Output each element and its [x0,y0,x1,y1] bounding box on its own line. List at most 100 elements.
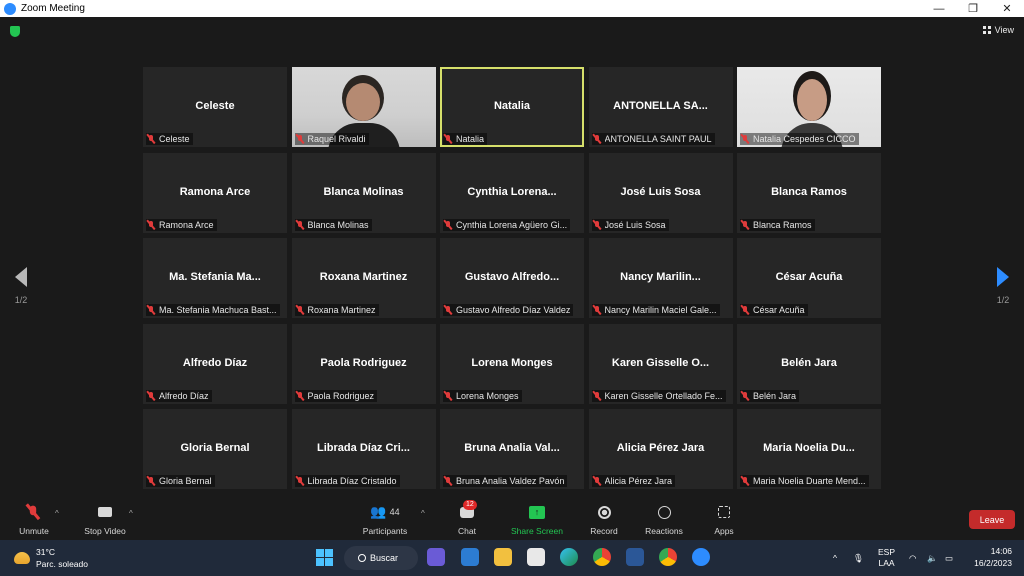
participant-name: Alfredo Díaz [159,390,209,401]
mail-icon[interactable] [461,548,479,566]
participant-tile[interactable]: Celeste Celeste [143,67,287,147]
chat-button[interactable]: 12 Chat [452,500,482,536]
participant-tile[interactable]: Karen Gisselle O... Karen Gisselle Ortell… [588,323,733,404]
participant-display-name: Natalia [493,100,531,112]
reactions-button[interactable]: Reactions [641,503,687,536]
chrome-icon[interactable] [593,548,611,566]
record-button[interactable]: Record [588,503,620,536]
microphone-muted-icon [295,134,305,144]
participant-display-name: Bruna Analia Val... [464,442,560,454]
microphone-muted-icon [443,220,453,230]
wifi-icon[interactable]: ◠ [909,540,916,576]
apps-label: Apps [714,526,734,536]
battery-icon[interactable]: ▭ [945,540,953,576]
participant-tile[interactable]: Lorena Monges Lorena Monges [440,323,584,404]
participant-tile[interactable]: Ramona Arce Ramona Arce [143,152,287,233]
participant-name-label: Bruna Analia Valdez Pavón [443,475,568,487]
microphone-muted-icon [740,220,750,230]
microphone-muted-icon [146,220,156,230]
chrome-profile-icon[interactable] [659,548,677,566]
participant-tile[interactable]: Bruna Analia Val... Bruna Analia Valdez P… [440,409,584,489]
participant-name-label: Alicia Pérez Jara [591,475,676,487]
unmute-label: Unmute [19,526,49,536]
participant-name: Natalia [456,134,485,144]
chat-badge: 12 [463,500,477,510]
next-page-button[interactable]: 1/2 [991,267,1015,305]
participant-name-label: Lorena Monges [443,389,522,402]
participants-button[interactable]: 👥 44 Participants [359,503,411,536]
participant-tile[interactable]: Blanca Molinas Blanca Molinas [291,152,436,233]
participant-name-label: Cynthia Lorena Agüero Gi... [443,218,571,231]
edge-browser-icon[interactable] [560,548,578,566]
title-bar: Zoom Meeting — ❐ ✕ [0,0,1024,17]
record-label: Record [590,526,618,536]
share-screen-button[interactable]: ↑ Share Screen [508,503,566,536]
language-indicator[interactable]: ESP LAA [878,540,895,576]
view-button[interactable]: View [982,25,1014,35]
participant-tile[interactable]: Roxana Martinez Roxana Martinez [291,238,436,318]
windows-start-button[interactable] [316,549,333,566]
participant-name: Gloria Bernal [159,476,212,486]
participant-name: Cynthia Lorena Agüero Gi... [456,219,568,230]
participant-tile[interactable]: Raquel Rivaldi [291,67,436,147]
participant-name-label: ANTONELLA SAINT PAUL [591,133,715,145]
participant-tile[interactable]: José Luis Sosa José Luis Sosa [588,152,733,233]
participant-tile[interactable]: Natalia Natalia [440,67,584,147]
video-options-chevron-icon[interactable]: ^ [129,509,133,518]
microphone-icon[interactable]: 🎙 [853,540,864,576]
participant-name-label: Maria Noelia Duarte Mend... [740,475,869,487]
participant-tile[interactable]: Natalia Cespedes CICCO [737,67,881,147]
close-button[interactable]: ✕ [990,0,1024,17]
file-explorer-icon[interactable] [494,548,512,566]
participant-name: Paola Rodriguez [307,390,375,401]
window-title: Zoom Meeting [21,3,85,14]
audio-options-chevron-icon[interactable]: ^ [55,509,59,518]
share-screen-icon: ↑ [529,505,545,519]
participant-head [797,79,827,121]
maximize-button[interactable]: ❐ [956,0,990,17]
participant-display-name: Librada Díaz Cri... [317,442,410,454]
participant-tile[interactable]: Ma. Stefania Ma... Ma. Stefania Machuca B… [143,238,287,318]
microsoft-store-icon[interactable] [527,548,545,566]
participant-tile[interactable]: Blanca Ramos Blanca Ramos [737,152,881,233]
participant-name-label: Nancy Marilin Maciel Gale... [591,304,720,316]
zoom-taskbar-icon[interactable] [692,548,710,566]
weather-widget[interactable]: 31°C Parc. soleado [14,546,88,570]
word-icon[interactable] [626,548,644,566]
unmute-button[interactable]: Unmute [14,503,54,536]
participant-tile[interactable]: Maria Noelia Du... Maria Noelia Duarte Me… [737,409,881,489]
participant-tile[interactable]: César Acuña César Acuña [737,238,881,318]
participant-tile[interactable]: Belén Jara Belén Jara [737,323,881,404]
participant-tile[interactable]: Paola Rodriguez Paola Rodriguez [291,323,436,404]
apps-button[interactable]: Apps [709,503,739,536]
participant-tile[interactable]: ANTONELLA SA... ANTONELLA SAINT PAUL [588,67,733,147]
previous-page-button[interactable]: 1/2 [9,267,33,305]
keyboard-layout: LAA [878,558,895,568]
participant-tile[interactable]: Alfredo Díaz Alfredo Díaz [143,323,287,404]
participant-head [345,83,380,121]
participant-tile[interactable]: Alicia Pérez Jara Alicia Pérez Jara [588,409,733,489]
participant-tile[interactable]: Nancy Marilin... Nancy Marilin Maciel Gal… [588,238,733,318]
participant-tile[interactable]: Cynthia Lorena... Cynthia Lorena Agüero G… [440,152,584,233]
volume-icon[interactable]: 🔈 [927,540,938,576]
participant-tile[interactable]: Gloria Bernal Gloria Bernal [143,409,287,489]
clock[interactable]: 14:06 16/2/2023 [974,545,1012,569]
taskbar-search[interactable]: Buscar [344,546,418,570]
show-hidden-icons-chevron-icon[interactable]: ^ [833,540,837,576]
microphone-muted-icon [295,305,305,315]
leave-button[interactable]: Leave [969,510,1015,529]
security-shield-icon[interactable] [10,26,20,37]
participants-options-chevron-icon[interactable]: ^ [421,509,425,518]
teams-chat-icon[interactable] [427,548,445,566]
windows-taskbar: 31°C Parc. soleado Buscar ^ 🎙 ESP LAA ◠ … [0,540,1024,576]
share-screen-label: Share Screen [511,526,563,536]
participant-tile[interactable]: Gustavo Alfredo... Gustavo Alfredo Díaz V… [440,238,584,318]
meeting-toolbar: Unmute ^ Stop Video ^ 👥 44 Participants ^… [0,499,1024,540]
participant-name: Alicia Pérez Jara [604,476,673,486]
microphone-muted-icon [443,476,453,486]
stop-video-button[interactable]: Stop Video [80,503,130,536]
minimize-button[interactable]: — [922,0,956,17]
participant-display-name: Cynthia Lorena... [467,185,557,198]
participant-tile[interactable]: Librada Díaz Cri... Librada Díaz Cristald… [291,409,436,489]
participants-icon: 👥 [370,504,387,519]
